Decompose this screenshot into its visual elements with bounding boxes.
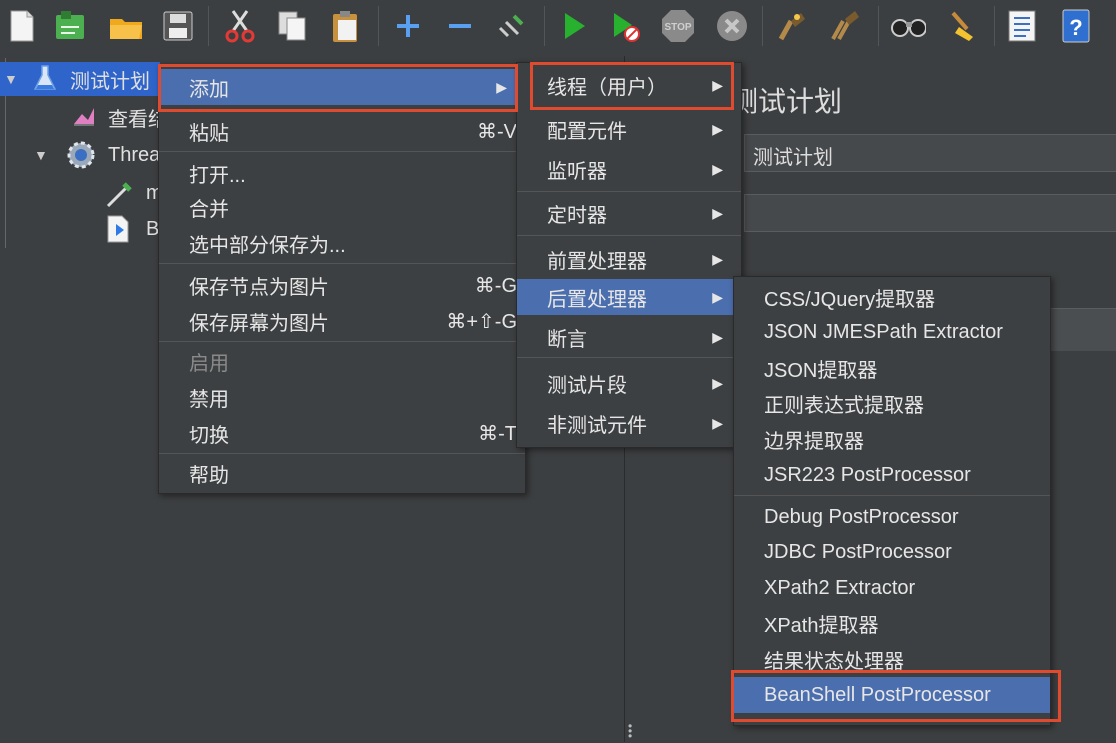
menu-item-post-processor[interactable]: 后置处理器 ▶ [517, 279, 741, 315]
tree-item-result-tree[interactable]: 查看结果树 [0, 100, 160, 134]
menu-item-merge[interactable]: 合并 [159, 189, 525, 225]
submenu-arrow-icon: ▶ [712, 374, 723, 391]
splitter-grip-icon[interactable]: • • • [628, 720, 632, 742]
menu-item-help[interactable]: 帮助 [159, 455, 525, 491]
collapse-icon[interactable] [442, 8, 478, 44]
shortcut-label: ⌘+⇧-G [446, 310, 517, 333]
collapse-arrow-icon[interactable]: ▼ [34, 147, 48, 163]
tree-item-thread-group[interactable]: ▼ Thread Group [0, 138, 160, 172]
start-icon[interactable] [556, 8, 592, 44]
menu-item-enable: 启用 [189, 352, 229, 375]
stop-icon[interactable]: STOP [660, 8, 696, 44]
thread-group-gear-icon [66, 140, 96, 176]
tree-item-label: 查看结果树 [108, 108, 160, 131]
menu-item-regex-extractor[interactable]: 正则表达式提取器 [734, 385, 1050, 421]
clear-icon[interactable] [774, 8, 810, 44]
menu-item-config[interactable]: 配置元件 ▶ [517, 111, 741, 147]
pipette-sampler-icon [104, 178, 136, 216]
submenu-arrow-icon: ▶ [712, 120, 723, 137]
tree-item-sampler[interactable]: m [0, 176, 163, 210]
shutdown-icon[interactable] [714, 8, 750, 44]
clear-all-icon[interactable] [828, 8, 864, 44]
context-menu: 添加 ▶ 粘贴 ⌘-V 打开... 合并 选中部分保存为... 保存节点为图片 … [158, 64, 526, 494]
menu-item-toggle[interactable]: 切换 ⌘-T [159, 415, 525, 451]
menu-item-json-jmespath-extractor[interactable]: JSON JMESPath Extractor [734, 314, 1050, 350]
menu-item-paste[interactable]: 粘贴 ⌘-V [159, 113, 525, 149]
menu-item-save-screen-image[interactable]: 保存屏幕为图片 ⌘+⇧-G [159, 303, 525, 339]
submenu-arrow-icon: ▶ [712, 288, 723, 305]
toolbar: STOP ? [0, 0, 1116, 56]
tree-item-label: 测试计划 [70, 70, 150, 93]
menu-item-pre-processor[interactable]: 前置处理器 ▶ [517, 241, 741, 277]
svg-text:STOP: STOP [664, 22, 691, 33]
panel-title: 测试计划 [730, 86, 843, 117]
new-icon[interactable] [4, 8, 40, 44]
result-tree-icon [72, 104, 96, 134]
tree-item-label: Thread Group [108, 143, 160, 166]
menu-item-disable[interactable]: 禁用 [159, 379, 525, 415]
menu-item-css-jquery-extractor[interactable]: CSS/JQuery提取器 [734, 279, 1050, 315]
menu-item-jsr223-postprocessor[interactable]: JSR223 PostProcessor [734, 457, 1050, 493]
menu-item-save-node-image[interactable]: 保存节点为图片 ⌘-G [159, 267, 525, 303]
toggle-icon[interactable] [494, 8, 530, 44]
submenu-arrow-icon: ▶ [712, 204, 723, 221]
collapse-arrow-icon[interactable]: ▼ [4, 71, 18, 87]
menu-item-boundary-extractor[interactable]: 边界提取器 [734, 421, 1050, 457]
add-submenu: 线程（用户） ▶ 配置元件 ▶ 监听器 ▶ 定时器 ▶ 前置处理器 ▶ 后置处理… [516, 62, 742, 448]
menu-item-json-extractor[interactable]: JSON提取器 [734, 350, 1050, 386]
templates-icon[interactable] [52, 8, 88, 44]
menu-item-jdbc-postprocessor[interactable]: JDBC PostProcessor [734, 534, 1050, 570]
menu-item-xpath2-extractor[interactable]: XPath2 Extractor [734, 570, 1050, 606]
table-header-bar [1046, 308, 1116, 351]
beanshell-doc-icon [104, 214, 134, 250]
menu-item-save-selection[interactable]: 选中部分保存为... [159, 225, 525, 261]
submenu-arrow-icon: ▶ [712, 250, 723, 267]
submenu-arrow-icon: ▶ [712, 414, 723, 431]
submenu-arrow-icon: ▶ [712, 76, 723, 93]
menu-item-test-fragment[interactable]: 测试片段 ▶ [517, 365, 741, 401]
copy-icon[interactable] [274, 8, 310, 44]
menu-item-assertion[interactable]: 断言 ▶ [517, 319, 741, 355]
test-plan-flask-icon [33, 64, 57, 98]
post-processor-submenu: CSS/JQuery提取器 JSON JMESPath Extractor JS… [733, 276, 1051, 726]
function-helper-icon[interactable] [1004, 8, 1040, 44]
open-icon[interactable] [108, 8, 144, 44]
menu-item-non-test[interactable]: 非测试元件 ▶ [517, 405, 741, 441]
shortcut-label: ⌘-T [478, 422, 517, 445]
name-field[interactable]: 测试计划 [744, 134, 1116, 172]
cut-icon[interactable] [222, 8, 258, 44]
svg-text:?: ? [1069, 15, 1082, 40]
menu-item-add[interactable]: 添加 ▶ [159, 69, 525, 105]
search-icon[interactable] [890, 8, 926, 44]
menu-item-timer[interactable]: 定时器 ▶ [517, 195, 741, 231]
menu-item-threads[interactable]: 线程（用户） ▶ [517, 67, 741, 103]
menu-item-beanshell-postprocessor[interactable]: BeanShell PostProcessor [734, 677, 1050, 713]
submenu-arrow-icon: ▶ [712, 328, 723, 345]
expand-icon[interactable] [390, 8, 426, 44]
menu-item-open[interactable]: 打开... [159, 155, 525, 191]
submenu-arrow-icon: ▶ [712, 160, 723, 177]
tree-item-test-plan[interactable]: ▼ 测试计划 [0, 62, 160, 96]
menu-item-debug-postprocessor[interactable]: Debug PostProcessor [734, 499, 1050, 535]
menu-item-result-status-handler[interactable]: 结果状态处理器 [734, 641, 1050, 677]
reset-search-icon[interactable] [944, 8, 980, 44]
test-plan-tree: ▼ 测试计划 查看结果树 ▼ Thread Group m B [0, 58, 163, 742]
menu-item-xpath-extractor[interactable]: XPath提取器 [734, 605, 1050, 641]
paste-icon[interactable] [328, 8, 364, 44]
menu-item-listener[interactable]: 监听器 ▶ [517, 151, 741, 187]
shortcut-label: ⌘-V [477, 120, 517, 143]
shortcut-label: ⌘-G [474, 274, 517, 297]
save-icon[interactable] [160, 8, 196, 44]
help-icon[interactable]: ? [1058, 8, 1094, 44]
tree-item-beanshell[interactable]: B [0, 212, 160, 246]
start-no-pause-icon[interactable] [608, 8, 644, 44]
comment-field[interactable] [744, 194, 1116, 232]
submenu-arrow-icon: ▶ [496, 78, 507, 95]
